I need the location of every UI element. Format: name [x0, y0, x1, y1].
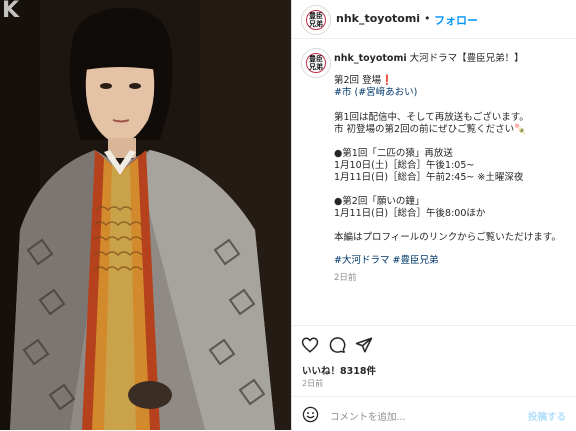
- caption-line: 1月11日(日)［総合］午後8:00ほか: [334, 208, 486, 219]
- watermark-glyph: K: [2, 0, 20, 23]
- send-icon[interactable]: [355, 336, 373, 354]
- caption-username[interactable]: nhk_toyotomi: [334, 53, 407, 64]
- avatar-logo: 豊臣兄弟: [309, 54, 323, 71]
- actions-divider: [292, 325, 576, 326]
- hashtag-link[interactable]: #大河ドラマ: [334, 255, 389, 266]
- hashtag-close: ): [413, 87, 418, 98]
- hashtag-link[interactable]: #豊臣兄弟: [393, 255, 439, 266]
- post-username[interactable]: nhk_toyotomi: [336, 12, 420, 25]
- caption-avatar[interactable]: 豊臣兄弟: [301, 48, 331, 78]
- post-side-panel: 豊臣兄弟 nhk_toyotomi • フォロー 豊臣兄弟 nhk_toyoto…: [292, 0, 576, 430]
- caption-line: ●第2回「願いの鐘」: [334, 196, 425, 207]
- post-date: 2日前: [302, 379, 324, 388]
- caption-title-line: nhk_toyotomi 大河ドラマ【豊臣兄弟！】: [334, 53, 524, 65]
- header-separator: •: [424, 12, 431, 25]
- post-header: 豊臣兄弟 nhk_toyotomi • フォロー: [292, 0, 576, 39]
- photo-illustration: [0, 0, 291, 430]
- caption-line: ●第1回「二匹の猿」再放送: [334, 148, 453, 159]
- caption-timestamp: 2日前: [334, 273, 357, 283]
- avatar-logo: 豊臣兄弟: [309, 11, 323, 28]
- like-count[interactable]: いいね！8318件: [302, 363, 376, 377]
- avatar[interactable]: 豊臣兄弟: [301, 5, 331, 35]
- caption-line: #市 (#宮﨑あおい): [334, 87, 417, 99]
- post-comment-button[interactable]: 投稿する: [528, 409, 566, 423]
- heart-icon[interactable]: [301, 336, 319, 354]
- comment-icon[interactable]: [328, 336, 346, 354]
- caption-hashtags: #大河ドラマ #豊臣兄弟: [334, 255, 438, 267]
- caption-title: 大河ドラマ【豊臣兄弟！】: [409, 53, 524, 64]
- caption: 豊臣兄弟 nhk_toyotomi 大河ドラマ【豊臣兄弟！】 第2回 登場❗️ …: [292, 39, 576, 324]
- comment-box: コメントを追加... 投稿する: [292, 396, 576, 431]
- hashtag-link[interactable]: #市: [334, 87, 351, 98]
- caption-line: 第1回は配信中、そして再放送もございます。: [334, 112, 529, 123]
- follow-button[interactable]: フォロー: [434, 12, 478, 28]
- smiley-icon[interactable]: [302, 406, 319, 423]
- comment-input[interactable]: コメントを追加...: [330, 409, 406, 423]
- caption-line: 1月11日(日)［総合］午前2:45~ ※土曜深夜: [334, 172, 524, 183]
- caption-line: 本編はプロフィールのリンクからご覧いただけます。: [334, 232, 561, 243]
- caption-line: 第2回 登場❗️: [334, 75, 393, 86]
- caption-line: 市 初登場の第2回の前にぜひご覧ください🍡: [334, 124, 526, 135]
- post-photo[interactable]: K: [0, 0, 291, 430]
- hashtag-link[interactable]: #宮﨑あおい: [358, 87, 413, 98]
- caption-line: 1月10日(土)［総合］午後1:05~: [334, 160, 475, 171]
